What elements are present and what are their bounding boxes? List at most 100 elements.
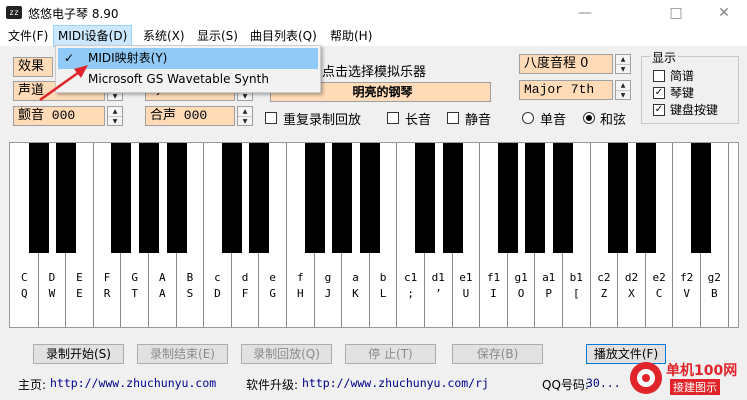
menu-song-list[interactable]: 曲目列表(Q) <box>246 26 321 46</box>
note-label: a1 <box>542 271 556 284</box>
key-label: ; <box>407 287 414 300</box>
menu-midi-device[interactable]: MIDI设备(D) <box>52 25 133 47</box>
key-label: A <box>158 287 166 300</box>
save-button[interactable]: 保存(B) <box>452 344 543 364</box>
record-stop-button[interactable]: 录制结束(E) <box>137 344 228 364</box>
keys-label: 琴键 <box>670 86 695 100</box>
sheet-label: 简谱 <box>670 69 695 83</box>
key-label: H <box>296 287 304 300</box>
key-label: [ <box>572 287 580 300</box>
home-link[interactable]: http://www.zhuchunyu.com <box>50 376 216 390</box>
key-label: C <box>655 287 663 300</box>
close-button[interactable]: ✕ <box>701 0 747 26</box>
stop-button[interactable]: 停 止(T) <box>345 344 436 364</box>
note-label: b1 <box>569 271 583 284</box>
long-tone-checkbox[interactable] <box>387 112 399 124</box>
spin-down-icon[interactable]: ▼ <box>238 117 252 126</box>
spin-up-icon[interactable]: ▲ <box>616 81 630 91</box>
qq-label: QQ号码: <box>542 378 589 392</box>
record-playback-button[interactable]: 录制回放(Q) <box>241 344 332 364</box>
note-label: d2 <box>624 271 639 284</box>
menu-system[interactable]: 系统(X) <box>139 26 189 46</box>
note-label: d1 <box>431 271 445 284</box>
note-label: c1 <box>404 271 418 284</box>
title-bar: zz 悠悠电子琴 8.90 — □ ✕ <box>0 0 747 26</box>
update-link[interactable]: http://www.zhuchunyu.com/rj <box>302 376 489 390</box>
spin-down-icon[interactable]: ▼ <box>616 91 630 100</box>
key-label: I <box>490 287 497 300</box>
spin-up-icon[interactable]: ▲ <box>238 107 252 117</box>
black-key[interactable] <box>111 143 132 253</box>
black-key[interactable] <box>359 143 380 253</box>
spin-down-icon[interactable]: ▼ <box>108 92 122 101</box>
black-key[interactable] <box>139 143 159 253</box>
key-label: B <box>710 287 718 300</box>
spin-down-icon[interactable]: ▼ <box>616 65 630 74</box>
keyboard-keys-checkbox[interactable]: ✓ <box>653 104 665 116</box>
menu-help[interactable]: 帮助(H) <box>326 26 376 46</box>
black-key[interactable] <box>415 143 435 253</box>
record-start-button[interactable]: 录制开始(S) <box>33 344 124 364</box>
chord-type-spinner[interactable]: ▲ ▼ <box>615 80 631 100</box>
sheet-checkbox[interactable] <box>653 70 665 82</box>
gs-wavetable-item[interactable]: Microsoft GS Wavetable Synth <box>58 69 318 90</box>
mute-checkbox[interactable] <box>447 112 459 124</box>
vibrato-spinner[interactable]: ▲ ▼ <box>107 106 123 126</box>
black-key[interactable] <box>332 143 353 253</box>
spin-down-icon[interactable]: ▼ <box>238 92 252 101</box>
black-key[interactable] <box>497 143 518 253</box>
black-key[interactable] <box>635 143 656 253</box>
chorus-spinner[interactable]: ▲ ▼ <box>237 106 253 126</box>
black-key[interactable] <box>553 143 573 253</box>
key-label: Q <box>20 287 28 300</box>
note-label: D <box>48 271 56 284</box>
octave-field[interactable]: 八度音程 0 <box>519 54 613 74</box>
black-key[interactable] <box>691 143 711 253</box>
note-label: f <box>296 271 304 284</box>
display-group-title: 显示 <box>650 49 679 66</box>
watermark-line2: 接建图示 <box>670 379 720 395</box>
note-label: e2 <box>652 271 666 284</box>
black-key[interactable] <box>166 143 187 253</box>
chorus-field[interactable]: 合声 000 <box>145 106 235 126</box>
menu-file[interactable]: 文件(F) <box>4 26 52 46</box>
chord-label: 和弦 <box>600 113 627 128</box>
note-label: B <box>186 271 194 284</box>
watermark-line1: 单机100网 <box>666 363 738 379</box>
black-key[interactable] <box>608 143 629 253</box>
repeat-record-checkbox[interactable] <box>265 112 277 124</box>
key-label: P <box>545 287 552 300</box>
black-key[interactable] <box>525 143 546 253</box>
note-label: G <box>131 271 138 284</box>
gs-wavetable-label: Microsoft GS Wavetable Synth <box>88 72 269 86</box>
chord-type-field[interactable]: Major 7th <box>519 80 613 100</box>
minimize-button[interactable]: — <box>562 0 608 26</box>
note-label: f1 <box>486 271 501 284</box>
vibrato-field[interactable]: 颤音 000 <box>13 106 105 126</box>
app-icon: zz <box>6 6 22 19</box>
chord-radio[interactable] <box>583 112 595 124</box>
black-key[interactable] <box>304 143 325 253</box>
key-label: Z <box>600 287 608 300</box>
key-label: L <box>379 287 387 300</box>
black-key[interactable] <box>249 143 270 253</box>
spin-up-icon[interactable]: ▲ <box>616 55 630 65</box>
black-key[interactable] <box>442 143 463 253</box>
octave-spinner[interactable]: ▲ ▼ <box>615 54 631 74</box>
single-note-radio[interactable] <box>522 112 534 124</box>
black-key[interactable] <box>28 143 49 253</box>
key-label: O <box>517 287 525 300</box>
note-label: e <box>269 271 276 284</box>
home-label: 主页: <box>18 378 47 392</box>
black-key[interactable] <box>221 143 242 253</box>
midi-mapper-item[interactable]: ✓ MIDI映射表(Y) <box>58 48 318 69</box>
black-key[interactable] <box>56 143 77 253</box>
menu-display[interactable]: 显示(S) <box>193 26 242 46</box>
spin-down-icon[interactable]: ▼ <box>108 117 122 126</box>
keys-checkbox[interactable]: ✓ <box>653 87 665 99</box>
maximize-button[interactable]: □ <box>653 0 699 26</box>
display-group: 显示 简谱 ✓ 琴键 ✓ 键盘按键 <box>641 49 739 124</box>
spin-up-icon[interactable]: ▲ <box>108 107 122 117</box>
note-label: g <box>324 271 332 284</box>
key-label: W <box>48 287 56 300</box>
